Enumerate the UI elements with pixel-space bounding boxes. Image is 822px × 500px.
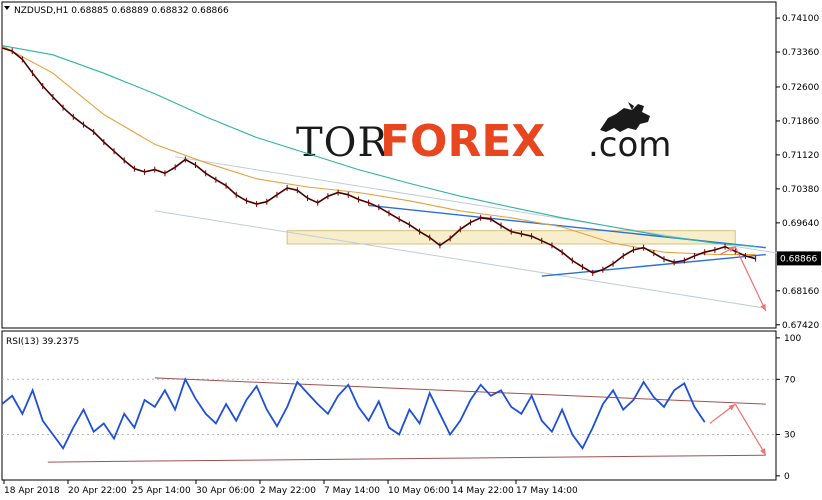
time-tick-label: 14 May 22:00 (452, 486, 514, 496)
time-tick-label: 7 May 14:00 (324, 486, 380, 496)
price-tick-label: 0.71860 (782, 117, 819, 127)
price-tick-label: 0.73360 (782, 48, 819, 58)
price-tick-label: 0.67420 (782, 321, 819, 331)
rsi-tick-label: 70 (784, 375, 796, 385)
logo-com: .com (588, 125, 671, 165)
time-tick-label: 17 May 14:00 (516, 486, 578, 496)
rsi-axis: 100 70 30 0 (776, 334, 801, 482)
price-tick-label: 0.70380 (782, 185, 819, 195)
time-tick-label: 10 May 06:00 (388, 486, 450, 496)
rsi-chart-title: RSI(13) 39.2375 (6, 337, 79, 347)
rsi-tick-label: 30 (784, 430, 796, 440)
rsi-tick-label: 100 (784, 334, 801, 344)
price-tick-label: 0.68160 (782, 287, 819, 297)
time-tick-label: 2 May 22:00 (260, 486, 316, 496)
chart-window: TOR FOREX .com NZDUSD,H1 0.68885 0.68889… (1, 1, 821, 496)
price-tick-label: 0.72600 (782, 83, 819, 93)
price-chart-title: NZDUSD,H1 0.68885 0.68889 0.68832 0.6886… (14, 6, 229, 16)
time-tick-label: 25 Apr 14:00 (132, 486, 191, 496)
price-axis: 0.74100 0.73360 0.72600 0.71860 0.71120 0.703… (776, 14, 821, 331)
time-tick-label: 30 Apr 06:00 (196, 486, 255, 496)
price-tick-label: 0.69640 (782, 219, 819, 229)
logo-tor: TOR (296, 120, 389, 166)
current-price-label: 0.68866 (780, 254, 817, 264)
rsi-panel (1, 330, 777, 481)
time-tick-label: 18 Apr 2018 (4, 486, 60, 496)
logo-forex: FOREX (380, 116, 545, 167)
time-axis: 18 Apr 2018 20 Apr 22:00 25 Apr 14:00 30 Ap… (3, 480, 578, 496)
price-tick-label: 0.71120 (782, 151, 819, 161)
price-tick-label: 0.74100 (782, 14, 819, 24)
time-tick-label: 20 Apr 22:00 (68, 486, 127, 496)
rsi-tick-label: 0 (784, 472, 790, 482)
